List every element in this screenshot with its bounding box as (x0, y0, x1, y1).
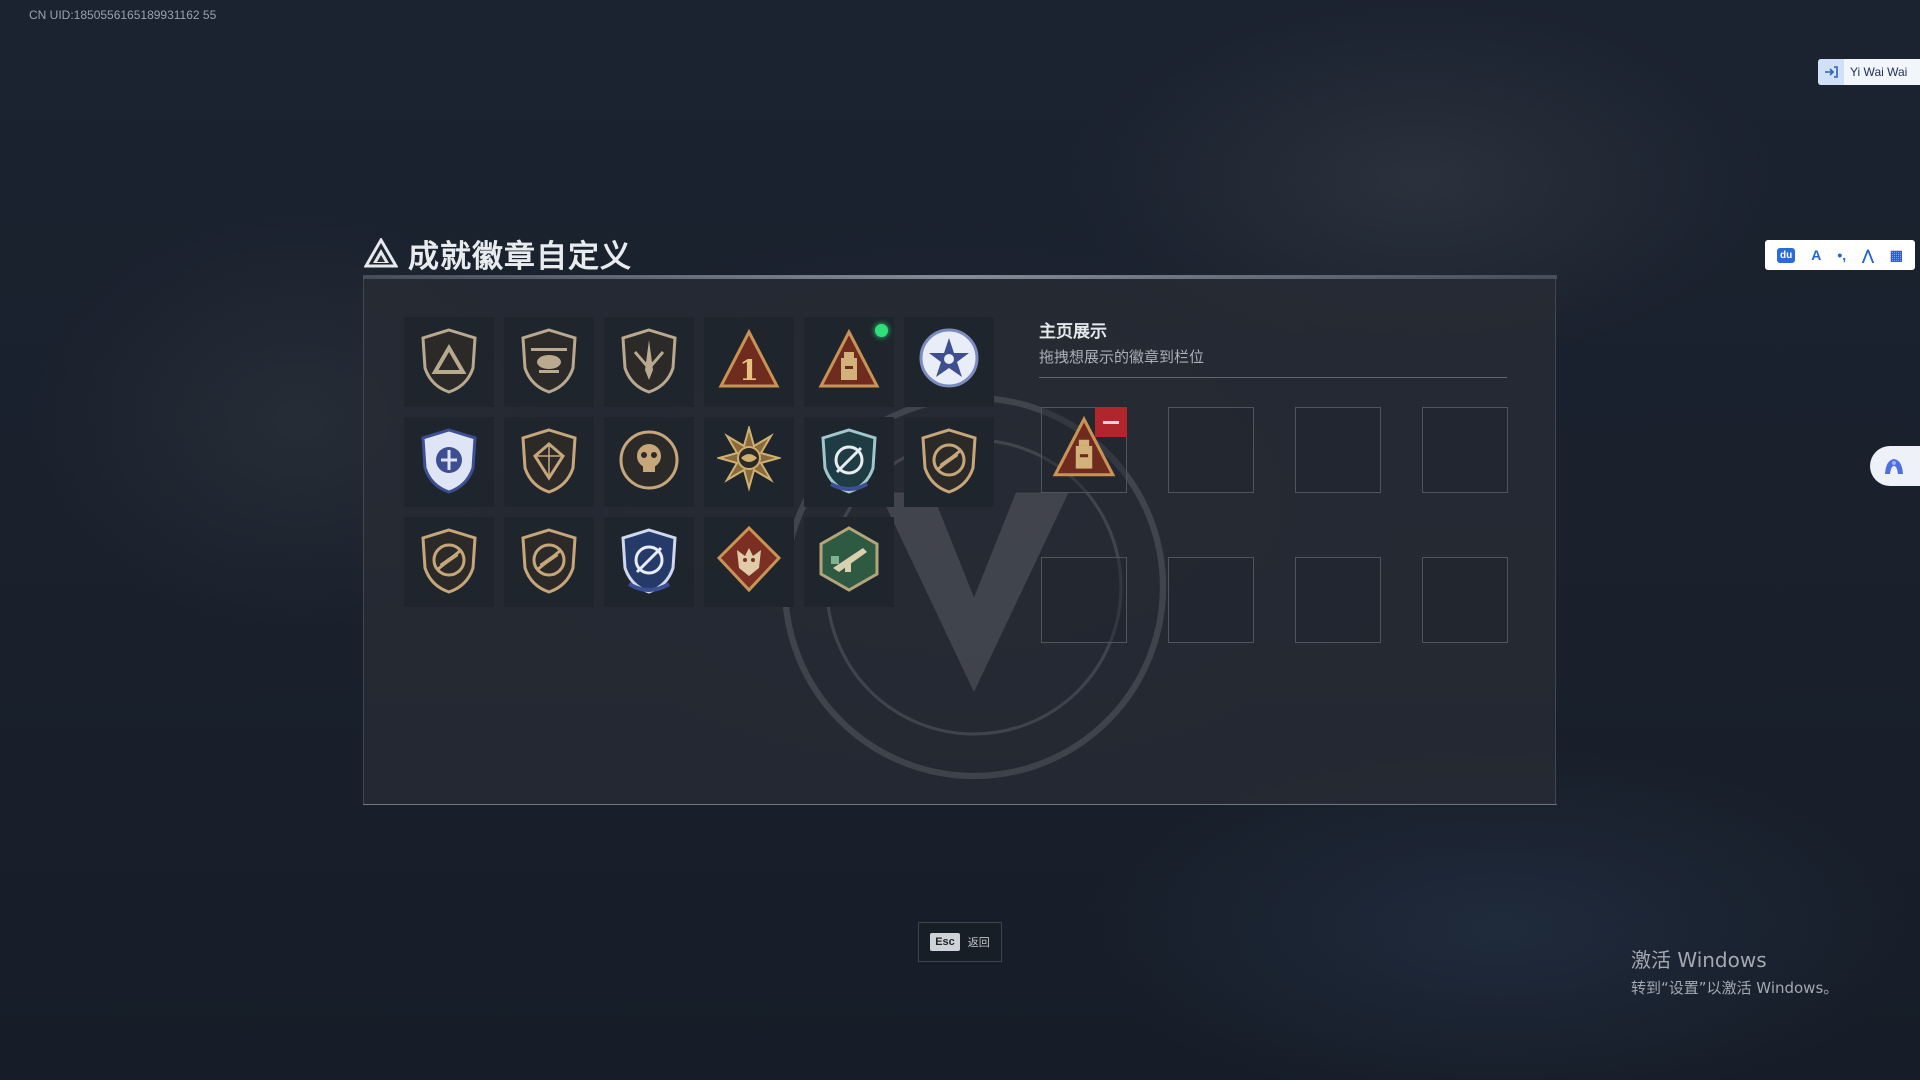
exit-icon (1818, 59, 1844, 85)
green-rifle-hex-badge-icon (817, 526, 881, 598)
helicopter-badge-icon (517, 326, 581, 398)
triangle-logo-icon (364, 238, 398, 268)
showcase-slot[interactable] (1422, 407, 1508, 493)
number-one-triangle-badge-icon: 1 (717, 326, 781, 398)
badge-cell[interactable] (504, 417, 594, 507)
windows-activation-watermark: 激活 Windows 转到“设置”以激活 Windows。 (1631, 944, 1838, 998)
remove-badge-button[interactable] (1095, 407, 1127, 437)
back-label: 返回 (967, 936, 990, 949)
activation-title: 激活 Windows (1631, 948, 1767, 972)
uid-text: CN UID:1850556165189931162 55 (29, 8, 217, 22)
showcase-slots (1041, 407, 1508, 643)
page-header: 成就徽章自定义 (364, 232, 632, 275)
showcase-divider (1039, 377, 1507, 378)
assistant-icon (1885, 459, 1903, 474)
gem-shield-badge-icon (517, 426, 581, 498)
badge-cell[interactable] (504, 317, 594, 407)
page-title: 成就徽章自定义 (408, 238, 632, 275)
no-rifle-badge-icon (917, 426, 981, 498)
badge-cell[interactable] (804, 417, 894, 507)
ime-logo-icon[interactable]: du (1777, 247, 1796, 263)
wolf-diamond-badge-icon (716, 525, 782, 598)
badge-cell[interactable] (404, 517, 494, 607)
showcase-title: 主页展示 (1039, 322, 1107, 342)
spiked-sun-badge-icon (715, 424, 783, 498)
badge-cell[interactable] (904, 317, 994, 407)
no-rifle-badge-icon (517, 526, 581, 598)
skull-crest-badge-icon (617, 426, 681, 498)
homepage-showcase: 主页展示 拖拽想展示的徽章到栏位 (1039, 317, 1509, 643)
showcase-slot[interactable] (1041, 407, 1127, 493)
star-wreath-badge-icon (917, 326, 981, 398)
blue-shield-badge-icon (417, 426, 481, 498)
user-corner-label: Yi Wai Wai (1850, 65, 1908, 79)
ime-toolbar[interactable]: du A •, ⋀ ▦ (1765, 240, 1915, 270)
badge-cell[interactable] (804, 517, 894, 607)
badge-cell[interactable] (704, 417, 794, 507)
badge-cell[interactable] (604, 517, 694, 607)
badge-customize-panel: 1 主页展示 拖拽想展示的徽章到栏位 (363, 275, 1557, 805)
bunker-triangle-badge-icon (817, 326, 881, 398)
badge-cell[interactable] (604, 417, 694, 507)
triangle-emblem-badge-icon (417, 326, 481, 398)
teal-target-badge-icon (817, 426, 881, 498)
showcase-slot[interactable] (1168, 557, 1254, 643)
showcase-slot[interactable] (1295, 407, 1381, 493)
ime-font-icon[interactable]: A (1811, 247, 1821, 263)
showcase-slot[interactable] (1295, 557, 1381, 643)
badge-cell[interactable] (604, 317, 694, 407)
badge-cell[interactable] (404, 417, 494, 507)
showcase-slot[interactable] (1422, 557, 1508, 643)
ime-grid-icon[interactable]: ▦ (1890, 247, 1903, 264)
assistant-side-button[interactable] (1870, 446, 1920, 486)
badge-cell[interactable] (904, 417, 994, 507)
badge-grid: 1 (404, 317, 994, 607)
svg-text:1: 1 (739, 354, 758, 387)
badge-cell[interactable] (704, 517, 794, 607)
panel-bottom-border (363, 804, 1557, 805)
minus-icon (1103, 420, 1119, 424)
panel-top-border (363, 275, 1557, 279)
badge-cell[interactable] (804, 317, 894, 407)
back-button[interactable]: Esc 返回 (918, 922, 1002, 962)
no-rifle-badge-icon (417, 526, 481, 598)
esc-key-hint: Esc (930, 933, 960, 951)
badge-cell[interactable] (504, 517, 594, 607)
ime-punct-icon[interactable]: •, (1837, 247, 1846, 263)
dagger-shield-badge-icon (617, 326, 681, 398)
badge-cell[interactable] (404, 317, 494, 407)
ime-skin-icon[interactable]: ⋀ (1862, 247, 1873, 264)
blue-target-badge-icon (617, 526, 681, 598)
showcase-slot[interactable] (1168, 407, 1254, 493)
badge-cell[interactable]: 1 (704, 317, 794, 407)
new-indicator-dot (875, 324, 888, 337)
user-corner-tag[interactable]: Yi Wai Wai (1818, 59, 1920, 85)
showcase-slot[interactable] (1041, 557, 1127, 643)
showcase-subtitle: 拖拽想展示的徽章到栏位 (1039, 348, 1205, 366)
activation-subtitle: 转到“设置”以激活 Windows。 (1631, 979, 1839, 997)
